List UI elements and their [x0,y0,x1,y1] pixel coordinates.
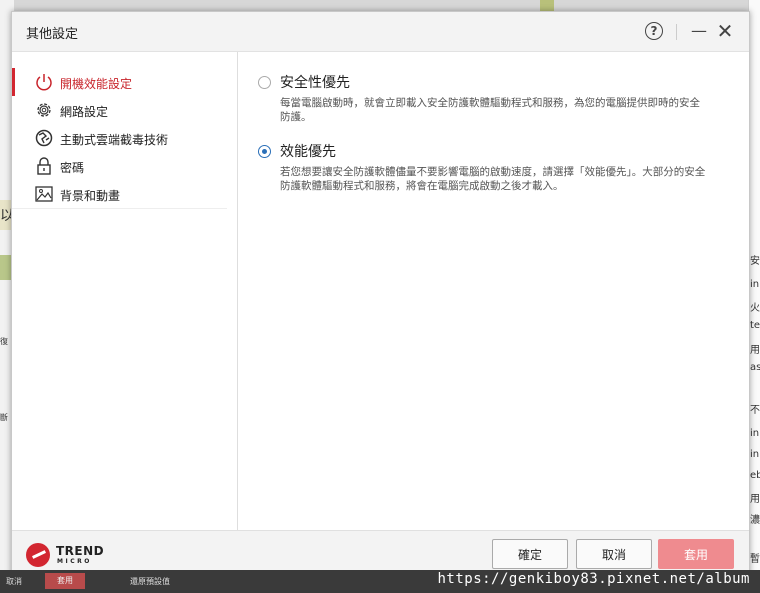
radio-performance-priority[interactable] [258,145,271,158]
option-title: 安全性優先 [280,75,350,91]
main-panel: 安全性優先 每當電腦啟動時，就會立即載入安全防護軟體驅動程式和服務，為您的電腦提… [238,52,749,530]
logo-subtext: MICRO [57,558,92,565]
trend-micro-logo-icon [26,543,50,567]
background-button: 還原預設值 [130,577,170,586]
background-text: 斷 [0,413,8,422]
sidebar-item-label: 網路設定 [60,105,109,119]
background-text: 用 [750,494,760,505]
sidebar-item-network[interactable]: 網路設定 [12,96,227,124]
cancel-button[interactable]: 取消 [576,539,652,569]
option-description: 每當電腦啟動時，就會立即載入安全防護軟體驅動程式和服務，為您的電腦提供即時的安全… [280,97,700,123]
sidebar-item-label: 密碼 [60,161,85,175]
minimize-button[interactable]: — [688,20,710,42]
gear-icon [37,103,51,117]
background-button: 套用 [45,573,85,589]
background-text: 濃 [750,515,760,526]
title-bar: 其他設定 ? — ✕ [12,12,749,52]
sidebar-item-label: 開機效能設定 [60,77,133,91]
background-text: 安 [750,256,760,267]
background-text: eb [750,470,760,481]
background-text: in [750,449,760,460]
globe-icon [35,129,53,147]
background-text: 用 [750,345,760,356]
background-text: 復 [0,337,8,346]
background-text: 火 [750,303,760,314]
sidebar-divider [12,208,227,209]
logo-text: TREND [56,544,105,558]
option-title: 效能優先 [280,144,336,160]
close-button[interactable]: ✕ [714,20,736,42]
sidebar-item-background[interactable]: 背景和動畫 [12,180,227,208]
dialog-title: 其他設定 [26,27,79,42]
background-text: in [750,279,760,290]
sidebar: 開機效能設定 網路設定 主動式雲端截毒技術 密碼 背景和動畫 [12,52,238,530]
background-text: 不 [750,405,760,416]
option-description: 若您想要讓安全防護軟體儘量不要影響電腦的啟動速度，請選擇「效能優先」。大部分的安… [280,166,706,192]
settings-dialog: 其他設定 ? — ✕ 開機效能設定 網路設定 主動式雲端截毒技術 密碼 背景和動… [11,11,750,579]
background-text: in [750,428,760,439]
sidebar-item-cloud-scan[interactable]: 主動式雲端截毒技術 [12,124,227,152]
active-indicator [12,68,15,96]
background-text: 暫 [750,554,760,565]
title-separator [676,24,677,40]
sidebar-item-label: 背景和動畫 [60,189,121,203]
ok-button[interactable]: 確定 [492,539,568,569]
sidebar-item-password[interactable]: 密碼 [12,152,227,180]
trend-micro-logo: TREND MICRO [26,541,106,569]
background-text: te [750,320,760,331]
radio-security-priority[interactable] [258,76,271,89]
apply-button[interactable]: 套用 [658,539,734,569]
watermark-text: https://genkiboy83.pixnet.net/album [437,571,750,587]
image-icon [35,186,53,202]
power-icon [36,74,52,91]
sidebar-item-label: 主動式雲端截毒技術 [60,133,169,147]
lock-icon [37,157,51,175]
background-text: as [750,362,760,373]
sidebar-item-startup[interactable]: 開機效能設定 [12,68,227,96]
background-button: 取消 [6,577,22,586]
help-button[interactable]: ? [645,22,663,40]
